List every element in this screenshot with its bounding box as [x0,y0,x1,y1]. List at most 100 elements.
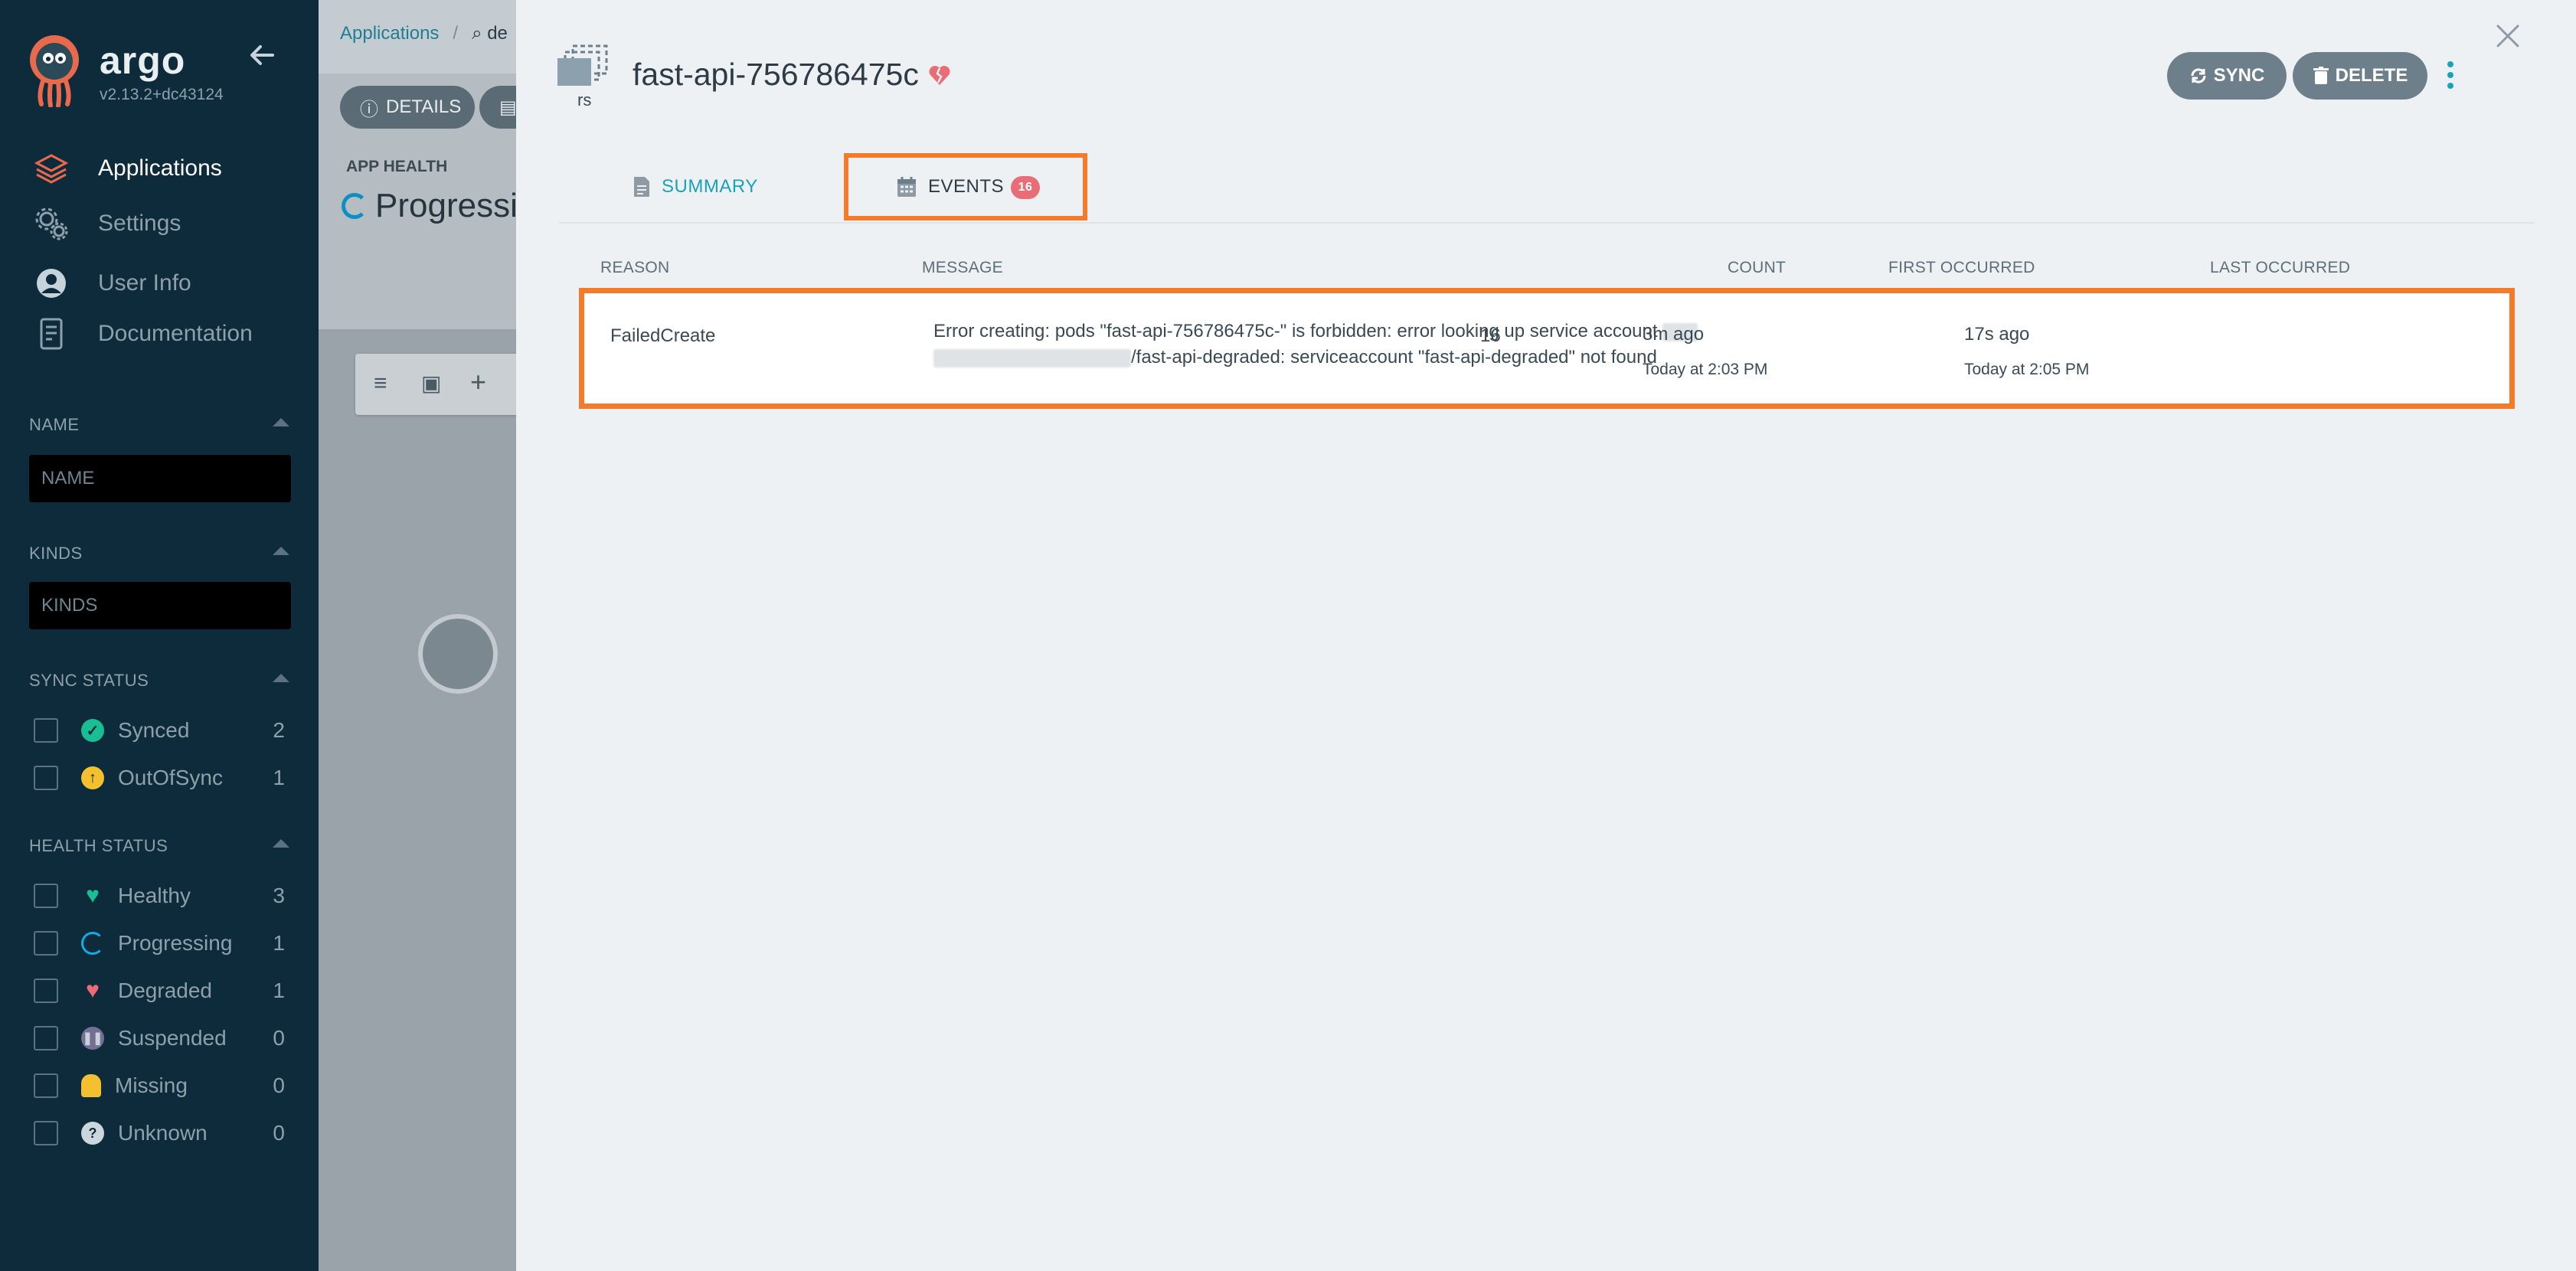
collapse-kinds-filter-icon[interactable] [273,547,289,555]
checkbox[interactable] [34,1121,58,1145]
close-icon[interactable] [2495,23,2521,49]
calendar-icon [896,175,917,198]
align-left-icon[interactable]: ≡ [374,371,387,397]
more-options-icon[interactable] [2444,61,2457,89]
progressing-spinner-icon [342,193,368,219]
event-last-occurred: 17s ago [1964,324,2030,345]
file-icon: ▤ [499,96,517,118]
event-message-line2: /fast-api-degraded: serviceaccount "fast… [933,347,1657,368]
nav-label: Applications [98,155,222,181]
filter-progressing[interactable]: Progressing 1 [34,926,286,960]
nav-settings[interactable]: Settings [34,202,309,245]
message-text: Error creating: pods "fast-api-756786475… [933,321,1658,341]
table-row: FailedCreate Error creating: pods "fast-… [579,288,2515,409]
message-text: /fast-api-degraded: serviceaccount "fast… [1131,347,1657,368]
book-icon [34,316,69,351]
filter-suspended[interactable]: ❚❚ Suspended 0 [34,1021,286,1055]
app-health-label: APP HEALTH [346,158,448,175]
tab-summary[interactable]: SUMMARY [633,153,758,221]
broken-heart-icon [929,65,950,85]
checkbox[interactable] [34,884,58,908]
resource-detail-panel: rs fast-api-756786475c SYNC DELETE SUMMA… [516,0,2576,1271]
collapse-sync-status-icon[interactable] [273,674,289,682]
document-icon [633,175,651,198]
filter-label: Progressing [118,931,233,955]
sync-icon [2189,67,2208,85]
sync-button[interactable]: SYNC [2167,52,2287,100]
filter-label: Unknown [118,1121,208,1145]
resource-node[interactable] [418,614,498,694]
delete-button-label: DELETE [2335,65,2408,86]
kinds-filter-title: KINDS [29,544,83,563]
nav-label: Settings [98,211,181,236]
filter-degraded[interactable]: ♥ Degraded 1 [34,974,286,1008]
filter-count: 0 [273,1121,285,1145]
filter-healthy[interactable]: ♥ Healthy 3 [34,879,286,913]
fit-view-icon[interactable]: ▣ [421,371,441,396]
checkbox[interactable] [34,766,58,790]
tabs-divider [559,222,2535,224]
filter-unknown[interactable]: ? Unknown 0 [34,1116,286,1150]
layers-icon [34,151,69,186]
collapse-health-status-icon[interactable] [273,839,289,848]
events-count-badge: 16 [1011,176,1040,199]
filter-count: 1 [273,979,285,1002]
filter-count: 0 [273,1073,285,1097]
broken-heart-icon: ♥ [86,978,100,1003]
breadcrumb: Applications / ⌕ de [340,23,508,44]
checkbox[interactable] [34,1026,58,1050]
app-health-value: Progressi [375,187,518,224]
argo-logo [30,35,79,107]
filter-count: 2 [273,718,285,742]
filter-label: OutOfSync [118,766,223,789]
nav-label: User Info [98,270,191,296]
info-icon: ⓘ [360,99,378,120]
background-app-view: Applications / ⌕ de ⓘ DETAILS ▤ APP HEALTH … [319,0,548,1271]
event-first-occurred-abs: Today at 2:03 PM [1643,361,1768,378]
gears-icon [34,206,69,241]
tab-summary-label: SUMMARY [662,176,758,197]
pause-circle-icon: ❚❚ [81,1027,104,1050]
event-first-occurred: 3m ago [1643,324,1705,345]
nav-applications[interactable]: Applications [34,147,309,190]
details-button[interactable]: ⓘ DETAILS [340,86,475,129]
nav-label: Documentation [98,321,253,346]
filter-label: Healthy [118,884,191,907]
app-health-status: Progressi [342,187,518,225]
search-query: de [487,23,508,44]
collapse-name-filter-icon[interactable] [273,418,289,426]
collapse-sidebar-arrow-icon[interactable] [247,40,277,70]
event-count: 16 [1480,325,1501,346]
kinds-filter-input[interactable] [29,582,291,629]
brand-name: argo [100,39,186,82]
filter-missing[interactable]: Missing 0 [34,1069,286,1103]
filter-label: Missing [115,1073,188,1097]
filter-synced[interactable]: ✓ Synced 2 [34,714,286,747]
filter-outofsync[interactable]: ↑ OutOfSync 1 [34,761,286,795]
checkbox[interactable] [34,718,58,743]
details-button-label: DETAILS [386,96,462,117]
col-header-first-occurred: FIRST OCCURRED [1888,259,2035,276]
zoom-in-icon[interactable]: + [470,366,486,398]
check-circle-icon: ✓ [81,719,104,742]
sync-status-title: SYNC STATUS [29,671,149,690]
user-circle-icon [34,266,69,301]
name-filter-input[interactable] [29,455,291,502]
checkbox[interactable] [34,931,58,956]
checkbox[interactable] [34,979,58,1003]
name-filter-title: NAME [29,415,80,434]
filter-count: 1 [273,931,285,955]
replicaset-icon [557,44,608,86]
breadcrumb-applications[interactable]: Applications [340,23,439,44]
col-header-reason: REASON [600,259,670,276]
resource-name: fast-api-756786475c [633,57,919,92]
version-label: v2.13.2+dc43124 [100,86,224,103]
delete-button[interactable]: DELETE [2293,52,2427,100]
sync-button-label: SYNC [2213,65,2265,86]
tab-events[interactable]: EVENTS 16 [844,153,1087,221]
search-icon: ⌕ [472,23,488,44]
nav-user-info[interactable]: User Info [34,262,309,305]
col-header-last-occurred: LAST OCCURRED [2210,259,2351,276]
nav-documentation[interactable]: Documentation [34,312,309,355]
checkbox[interactable] [34,1073,58,1098]
